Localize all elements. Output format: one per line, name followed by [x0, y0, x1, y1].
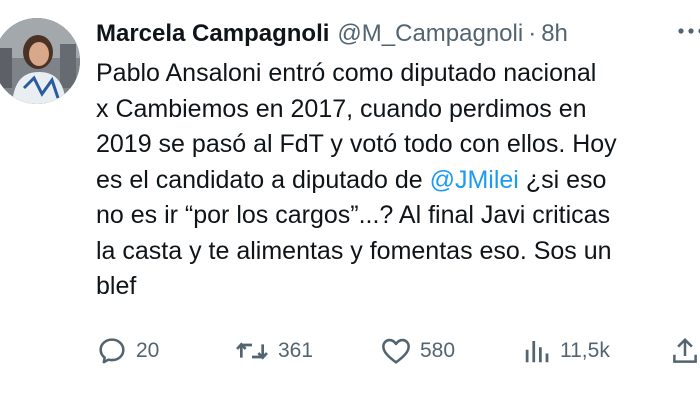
more-icon[interactable] [676, 16, 700, 46]
tweet-line-6: la casta y te alimentas y fomentas eso. … [96, 236, 612, 265]
reply-count: 20 [136, 339, 160, 362]
separator-dot: · [528, 20, 537, 47]
tweet-line-7: blef [96, 272, 137, 300]
tweet-line-4-start: es el candidato a diputado de [96, 165, 430, 194]
tweet-timestamp[interactable]: 8h [541, 20, 568, 48]
views-icon [525, 341, 549, 363]
action-bar: 20 361 580 11,5k [96, 334, 700, 374]
reply-icon [99, 338, 125, 364]
share-button[interactable] [670, 334, 700, 368]
heart-icon [382, 338, 410, 364]
tweet-line-5: no es ir “por los cargos”...? Al final J… [96, 201, 611, 229]
like-count: 580 [420, 339, 456, 362]
mention-link[interactable]: @JMilei [430, 166, 519, 194]
avatar[interactable] [0, 18, 80, 104]
retweet-icon [236, 342, 268, 360]
share-icon [673, 337, 697, 363]
tweet-line-2: x Cambiemos en 2017, cuando perdimos en [96, 94, 587, 123]
author-name[interactable]: Marcela Campagnoli [96, 20, 329, 48]
retweet-count: 361 [278, 339, 314, 362]
tweet[interactable]: Marcela Campagnoli @M_Campagnoli · 8h Pa… [0, 0, 700, 400]
reply-button[interactable]: 20 [96, 334, 159, 368]
views-count: 11,5k [560, 339, 610, 362]
tweet-header: Marcela Campagnoli @M_Campagnoli · 8h [96, 14, 568, 54]
tweet-text: Pablo Ansaloni entró como diputado nacio… [96, 56, 700, 305]
tweet-line-4: es el candidato a diputado de @JMilei ¿s… [96, 163, 700, 199]
tweet-line-1: Pablo Ansaloni entró como diputado nacio… [96, 59, 597, 87]
retweet-button[interactable]: 361 [234, 334, 313, 368]
like-button[interactable]: 580 [380, 334, 455, 368]
tweet-line-3: 2019 se pasó al FdT y votó todo con ello… [96, 130, 617, 158]
tweet-line-4-end: ¿si eso [518, 165, 607, 194]
views-button[interactable]: 11,5k [522, 334, 610, 368]
author-handle[interactable]: @M_Campagnoli [337, 20, 523, 48]
